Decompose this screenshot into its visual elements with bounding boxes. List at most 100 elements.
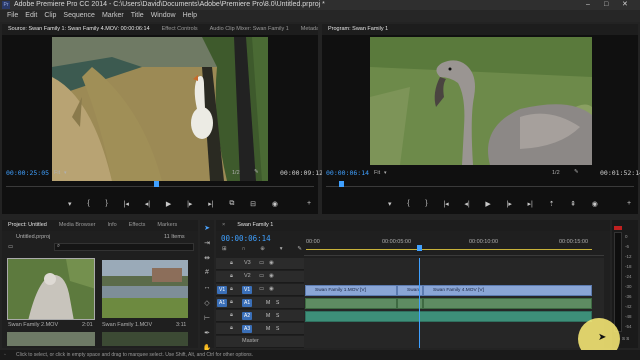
- lock-icon[interactable]: 🔒︎: [230, 286, 233, 293]
- timeline-timecode[interactable]: 00:00:06:14: [221, 234, 271, 243]
- track-label[interactable]: V1: [242, 286, 253, 294]
- track-select-tool-icon[interactable]: ⇥: [201, 239, 213, 251]
- mute-button[interactable]: M: [264, 312, 272, 320]
- source-patch-v1[interactable]: V1: [217, 286, 228, 294]
- program-resolution-dropdown[interactable]: 1/2: [552, 170, 560, 176]
- track-label[interactable]: V3: [244, 260, 251, 266]
- lock-icon[interactable]: 🔒︎: [230, 325, 233, 332]
- list-item-name[interactable]: Swan Family 1.MOV: [102, 322, 152, 328]
- add-marker-icon[interactable]: ▾: [388, 200, 392, 212]
- button-editor-plus-icon[interactable]: +: [627, 200, 631, 207]
- mark-out-icon[interactable]: }: [425, 200, 427, 212]
- track-label[interactable]: V2: [244, 273, 251, 279]
- folder-icon[interactable]: ▭: [8, 244, 13, 250]
- razor-tool-icon[interactable]: ◇: [201, 299, 213, 311]
- step-forward-icon[interactable]: |▸: [507, 200, 512, 212]
- wrench-icon[interactable]: ✎: [574, 169, 579, 175]
- mute-button[interactable]: M: [264, 299, 272, 307]
- source-playhead[interactable]: [154, 181, 159, 187]
- tab-media-browser[interactable]: Media Browser: [53, 220, 102, 231]
- source-patch-a1[interactable]: A1: [217, 299, 228, 307]
- lock-icon[interactable]: 🔒︎: [230, 312, 233, 319]
- ripple-edit-tool-icon[interactable]: ⇹: [201, 254, 213, 266]
- menu-file[interactable]: File: [7, 10, 18, 22]
- project-item-thumbnail[interactable]: [102, 260, 188, 318]
- film-icon[interactable]: ▭: [259, 286, 264, 292]
- track-label[interactable]: A3: [242, 325, 253, 333]
- selection-tool-icon[interactable]: ➤: [201, 224, 213, 236]
- go-to-in-icon[interactable]: |◂: [443, 200, 448, 212]
- mark-out-icon[interactable]: }: [105, 200, 107, 212]
- menu-edit[interactable]: Edit: [25, 10, 37, 22]
- tab-sequence[interactable]: Swan Family 1: [231, 220, 279, 231]
- pen-tool-icon[interactable]: ✒: [201, 329, 213, 341]
- timeline-ruler[interactable]: 00:00 00:00:05:00 00:00:10:00 00:00:15:0…: [304, 234, 604, 256]
- project-item-thumbnail[interactable]: [7, 258, 95, 320]
- overwrite-icon[interactable]: ⊟: [250, 200, 256, 212]
- eye-icon[interactable]: ◉: [269, 260, 274, 266]
- button-editor-plus-icon[interactable]: +: [307, 200, 311, 207]
- export-frame-icon[interactable]: ◉: [592, 200, 598, 212]
- tab-effects[interactable]: Effects: [123, 220, 152, 231]
- go-to-in-icon[interactable]: |◂: [124, 200, 129, 212]
- source-time-ruler[interactable]: [6, 181, 314, 187]
- step-back-icon[interactable]: ◂|: [145, 200, 150, 212]
- chevron-down-icon[interactable]: ▾: [64, 170, 67, 176]
- extract-icon[interactable]: ⇞: [570, 200, 576, 212]
- source-timecode-in[interactable]: 00:00:25:05: [6, 169, 49, 177]
- meter-solo-buttons[interactable]: S S: [622, 336, 629, 341]
- step-back-icon[interactable]: ◂|: [464, 200, 469, 212]
- audio-clip[interactable]: [305, 298, 397, 309]
- mark-in-icon[interactable]: {: [87, 200, 89, 212]
- menu-marker[interactable]: Marker: [102, 10, 124, 22]
- film-icon[interactable]: ▭: [259, 260, 264, 266]
- clip-indicator[interactable]: [614, 226, 622, 230]
- program-playhead[interactable]: [339, 181, 344, 187]
- close-icon[interactable]: ×: [216, 220, 231, 231]
- menu-window[interactable]: Window: [151, 10, 176, 22]
- go-to-out-icon[interactable]: ▸|: [528, 200, 533, 212]
- menu-sequence[interactable]: Sequence: [63, 10, 95, 22]
- program-time-ruler[interactable]: [326, 181, 634, 187]
- rate-stretch-tool-icon[interactable]: ↔: [201, 284, 213, 296]
- project-item-thumbnail[interactable]: [102, 332, 188, 346]
- track-label[interactable]: A1: [242, 299, 253, 307]
- wrench-icon[interactable]: ✎: [254, 169, 259, 175]
- solo-button[interactable]: S: [274, 325, 281, 333]
- film-icon[interactable]: ▭: [259, 273, 264, 279]
- insert-icon[interactable]: ⧉: [229, 200, 234, 212]
- lock-icon[interactable]: 🔒︎: [230, 299, 233, 306]
- tab-effect-controls[interactable]: Effect Controls: [156, 24, 204, 35]
- snap-icon[interactable]: ∩: [241, 246, 245, 252]
- lift-icon[interactable]: ⇡: [549, 200, 555, 212]
- slip-tool-icon[interactable]: ⊢: [201, 314, 213, 326]
- solo-button[interactable]: S: [274, 312, 281, 320]
- track-label[interactable]: A2: [242, 312, 253, 320]
- menu-help[interactable]: Help: [183, 10, 197, 22]
- work-area-bar[interactable]: [306, 249, 592, 250]
- program-timecode-current[interactable]: 00:00:06:14: [326, 169, 369, 177]
- mark-in-icon[interactable]: {: [407, 200, 409, 212]
- rolling-edit-tool-icon[interactable]: #: [201, 269, 213, 281]
- tab-program[interactable]: Program: Swan Family 1: [322, 24, 394, 35]
- lock-icon[interactable]: 🔒︎: [230, 260, 233, 267]
- add-marker-icon[interactable]: ▾: [280, 246, 283, 252]
- maximize-button[interactable]: □: [604, 0, 608, 10]
- solo-button[interactable]: S: [274, 299, 281, 307]
- program-video-frame[interactable]: [370, 37, 592, 165]
- lock-icon[interactable]: 🔒︎: [230, 273, 233, 280]
- mute-button[interactable]: M: [264, 325, 272, 333]
- list-item-name[interactable]: Swan Family 2.MOV: [8, 322, 58, 328]
- wrench-icon[interactable]: ✎: [297, 246, 302, 252]
- eye-icon[interactable]: ◉: [269, 286, 274, 292]
- tab-project[interactable]: Project: Untitled: [2, 220, 53, 231]
- play-icon[interactable]: ▶: [166, 200, 171, 212]
- audio-clip[interactable]: [423, 298, 592, 309]
- tab-source[interactable]: Source: Swan Family 1: Swan Family 4.MOV…: [2, 24, 156, 35]
- tab-markers[interactable]: Markers: [151, 220, 183, 231]
- tab-info[interactable]: Info: [102, 220, 123, 231]
- source-fit-dropdown[interactable]: Fit: [54, 170, 60, 176]
- project-search-input[interactable]: ⌕: [54, 243, 194, 251]
- play-icon[interactable]: ▶: [485, 200, 490, 212]
- menu-title[interactable]: Title: [131, 10, 144, 22]
